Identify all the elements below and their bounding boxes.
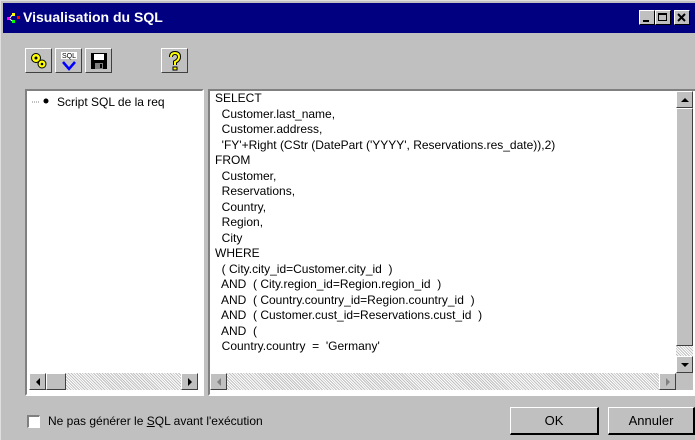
skip-sql-generation-checkbox[interactable] <box>27 415 40 428</box>
sql-scroll-down-button[interactable] <box>676 356 693 373</box>
arrow-left-icon <box>216 377 221 386</box>
sql-text-area[interactable]: SELECT Customer.last_name, Customer.addr… <box>208 89 695 396</box>
minimize-button[interactable] <box>639 10 655 25</box>
sql-scroll-thumb[interactable] <box>676 108 693 346</box>
tree-scroll-track[interactable] <box>66 373 181 390</box>
sql-check-icon: SQL <box>60 51 77 71</box>
arrow-down-icon <box>680 362 689 367</box>
help-button[interactable] <box>161 48 188 73</box>
sql-scroll-right-button[interactable] <box>659 373 676 390</box>
bullet-icon <box>43 98 49 104</box>
maximize-button[interactable] <box>655 10 671 25</box>
properties-icon <box>30 52 46 68</box>
cancel-button-label: Annuler <box>628 413 674 428</box>
maximize-icon <box>658 13 667 21</box>
arrow-up-icon <box>680 97 689 102</box>
scrollbar-corner <box>676 373 693 390</box>
sql-text[interactable]: SELECT Customer.last_name, Customer.addr… <box>215 91 675 355</box>
sql-scroll-left-button[interactable] <box>210 373 227 390</box>
arrow-left-icon <box>35 377 40 386</box>
sql-scroll-up-button[interactable] <box>676 91 693 108</box>
help-icon <box>168 50 181 70</box>
svg-text:SQL: SQL <box>61 53 75 60</box>
tree-scroll-left-button[interactable] <box>29 373 46 390</box>
arrow-right-icon <box>665 377 670 386</box>
arrow-right-icon <box>187 377 192 386</box>
skip-sql-generation-label[interactable]: Ne pas générer le SQL avant l'exécution <box>48 414 263 428</box>
properties-button[interactable] <box>25 48 52 73</box>
script-tree[interactable]: Script SQL de la req <box>25 89 204 396</box>
tree-scroll-thumb[interactable] <box>46 373 66 390</box>
close-icon <box>677 13 686 22</box>
tree-scroll-right-button[interactable] <box>181 373 198 390</box>
app-icon <box>7 13 20 23</box>
close-button[interactable] <box>674 10 690 25</box>
save-button[interactable] <box>85 48 112 73</box>
checkbox-label-suffix: QL avant l'exécution <box>154 414 263 428</box>
checkbox-label-mnemonic: S <box>146 414 155 428</box>
tree-item-script[interactable]: Script SQL de la req <box>57 95 165 109</box>
sql-check-button[interactable]: SQL <box>55 48 82 73</box>
ok-button[interactable]: OK <box>510 407 599 435</box>
dialog-window: Visualisation du SQL SQL Script SQL de l… <box>0 0 695 440</box>
save-icon <box>90 52 107 69</box>
minimize-icon <box>643 20 649 22</box>
sql-scroll-track-horizontal[interactable] <box>227 373 659 390</box>
sql-scroll-track-vertical[interactable] <box>676 346 693 356</box>
title-bar[interactable]: Visualisation du SQL <box>3 3 695 33</box>
checkbox-label-prefix: Ne pas générer le <box>48 414 147 428</box>
ok-button-label: OK <box>544 413 564 428</box>
cancel-button[interactable]: Annuler <box>608 407 695 435</box>
window-title: Visualisation du SQL <box>23 9 163 25</box>
